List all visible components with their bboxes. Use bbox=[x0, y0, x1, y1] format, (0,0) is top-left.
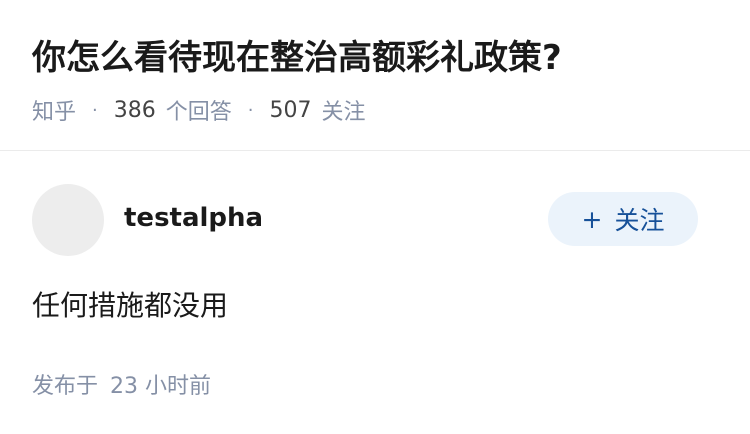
answer-page: 你怎么看待现在整治高额彩礼政策? 知乎 · 386 个回答 · 507 关注 t… bbox=[0, 0, 750, 434]
meta-separator: · bbox=[92, 99, 98, 121]
answer-time: 发布于 23 小时前 bbox=[32, 366, 211, 402]
answer-count: 386 bbox=[113, 97, 156, 123]
follow-button-label: 关注 bbox=[614, 206, 665, 235]
follower-count-label: 关注 bbox=[321, 100, 366, 125]
avatar[interactable] bbox=[32, 184, 104, 256]
follow-button[interactable]: + 关注 bbox=[548, 192, 698, 246]
answer-count-label: 个回答 bbox=[165, 100, 232, 125]
source-label[interactable]: 知乎 bbox=[32, 94, 76, 126]
question-title[interactable]: 你怎么看待现在整治高额彩礼政策? bbox=[32, 34, 562, 82]
question-meta: 知乎 · 386 个回答 · 507 关注 bbox=[32, 92, 366, 128]
time-prefix: 发布于 bbox=[32, 374, 99, 399]
follower-count: 507 bbox=[269, 97, 312, 123]
answer-content[interactable]: 任何措施都没用 bbox=[32, 284, 228, 328]
plus-icon: + bbox=[581, 204, 603, 234]
question-header: 你怎么看待现在整治高额彩礼政策? 知乎 · 386 个回答 · 507 关注 bbox=[0, 0, 750, 151]
meta-separator: · bbox=[247, 99, 254, 121]
time-value: 23 小时前 bbox=[110, 374, 212, 399]
author-row: testalpha + 关注 bbox=[32, 184, 718, 256]
author-name[interactable]: testalpha bbox=[124, 200, 263, 236]
